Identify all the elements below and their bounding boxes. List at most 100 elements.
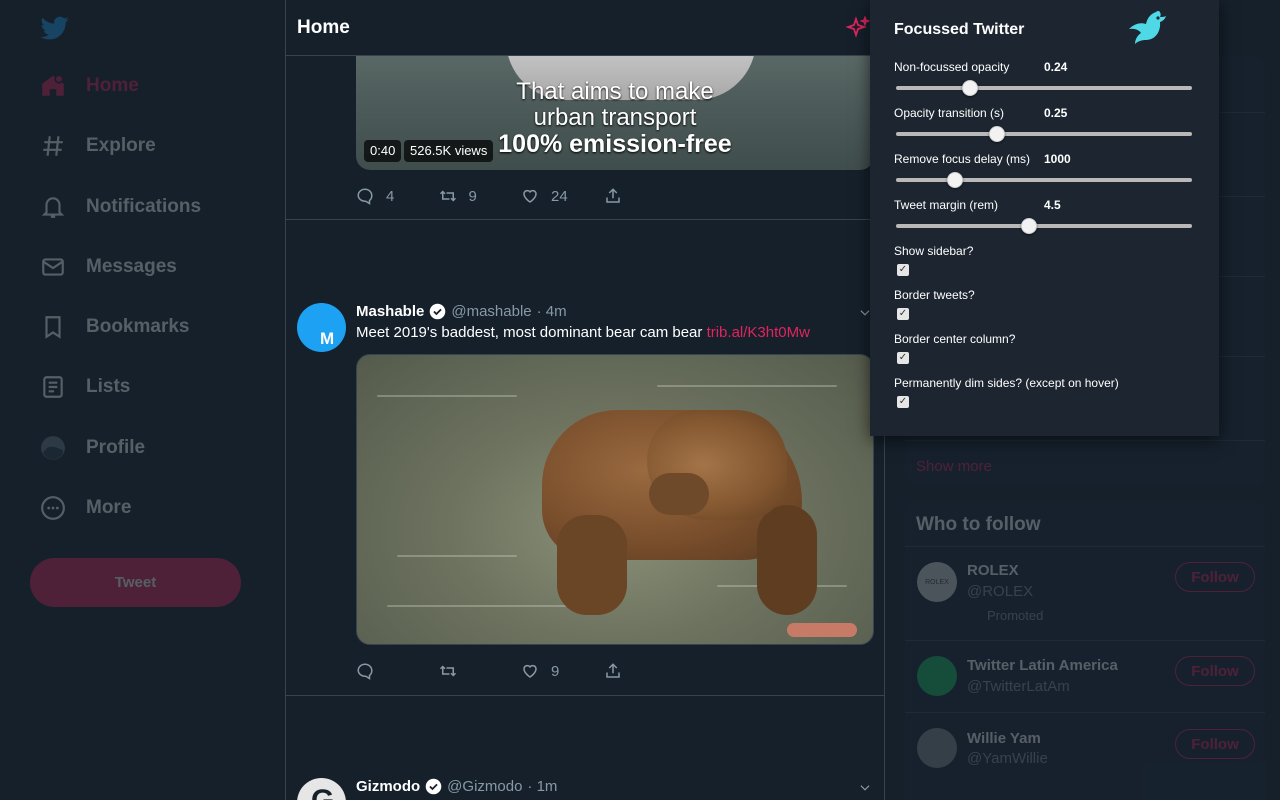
- slider-thumb[interactable]: [988, 126, 1005, 142]
- show-sidebar-checkbox[interactable]: ✓: [897, 264, 909, 276]
- checkbox-label: Border center column?: [894, 332, 1016, 346]
- checkbox-label: Border tweets?: [894, 288, 975, 302]
- nav-label-bookmarks: Bookmarks: [86, 316, 190, 337]
- left-sidebar: Home Explore Notifications Messages Book…: [0, 0, 285, 800]
- retweet-button[interactable]: [439, 662, 522, 680]
- like-button[interactable]: 24: [521, 187, 604, 205]
- opacity-transition-slider[interactable]: [896, 126, 1192, 142]
- trend-divider: [905, 440, 1265, 441]
- mashable-time[interactable]: · 4m: [537, 303, 567, 320]
- video-caption-line-2: urban transport: [533, 104, 697, 131]
- extension-popup: Focussed Twitter Non-focussed opacity 0.…: [870, 0, 1219, 436]
- page-title: Home: [297, 17, 350, 38]
- nav-item-messages[interactable]: Messages: [40, 247, 177, 287]
- tweet-link[interactable]: trib.al/K3ht0Mw: [707, 324, 810, 341]
- slider-label: Remove focus delay (ms): [894, 152, 1031, 166]
- tweet-body: Meet 2019's baddest, most dominant bear …: [356, 324, 707, 341]
- wtf-divider: [905, 640, 1265, 641]
- suggestion-handle: @ROLEX: [967, 583, 1034, 600]
- share-button[interactable]: [604, 662, 687, 680]
- suggestion-handle: @TwitterLatAm: [967, 678, 1070, 695]
- gizmodo-handle[interactable]: @Gizmodo: [447, 778, 522, 795]
- slider-thumb[interactable]: [1021, 218, 1038, 234]
- gizmodo-avatar-letter: G: [311, 784, 334, 800]
- non-focussed-opacity-slider[interactable]: [896, 80, 1192, 96]
- twitter-logo-icon[interactable]: [40, 14, 70, 42]
- tweet-actions: 9: [356, 659, 686, 683]
- mashable-tweet-text: Meet 2019's baddest, most dominant bear …: [356, 324, 810, 341]
- bell-icon: [41, 197, 65, 218]
- sparkle-icon[interactable]: [846, 16, 870, 40]
- like-button[interactable]: 9: [521, 662, 604, 680]
- heart-icon: [523, 189, 537, 203]
- follow-button[interactable]: Follow: [1175, 729, 1255, 759]
- bird-logo-icon: [1129, 11, 1166, 44]
- water-ripple: [657, 385, 837, 387]
- more-icon: [41, 496, 65, 520]
- avatar-icon: [41, 436, 65, 460]
- list-icon: [43, 376, 63, 398]
- hashtag-icon: [43, 136, 63, 156]
- nav-item-profile[interactable]: Profile: [40, 428, 145, 468]
- video-duration: 0:40: [364, 140, 402, 162]
- checkbox-label: Show sidebar?: [894, 244, 974, 258]
- dim-sides-checkbox[interactable]: ✓: [897, 396, 909, 408]
- reply-icon: [357, 663, 373, 680]
- reply-button[interactable]: 4: [356, 187, 439, 205]
- popup-title: Focussed Twitter: [894, 21, 1025, 38]
- reply-count: 4: [386, 187, 395, 205]
- show-more-link[interactable]: Show more: [916, 458, 992, 475]
- checkbox-label: Permanently dim sides? (except on hover): [894, 376, 1119, 390]
- gizmodo-name[interactable]: Gizmodo: [356, 778, 420, 795]
- slider-thumb[interactable]: [962, 80, 978, 96]
- promoted-label: Promoted: [987, 608, 1044, 623]
- verified-icon: [430, 303, 446, 319]
- suggestion-name: Twitter Latin America: [967, 657, 1118, 674]
- reply-icon: [357, 188, 373, 205]
- follow-button[interactable]: Follow: [1175, 656, 1255, 686]
- tweet-image-bear[interactable]: [356, 354, 874, 645]
- nav-item-more[interactable]: More: [40, 488, 131, 528]
- share-icon: [605, 663, 620, 678]
- border-tweets-checkbox[interactable]: ✓: [897, 308, 909, 320]
- nav-item-home[interactable]: Home: [40, 66, 139, 106]
- retweet-button[interactable]: 9: [439, 187, 522, 205]
- border-center-column-checkbox[interactable]: ✓: [897, 352, 909, 364]
- gizmodo-time[interactable]: · 1m: [527, 778, 557, 795]
- retweet-icon: [439, 665, 456, 677]
- chevron-down-icon[interactable]: [858, 781, 872, 795]
- suggestion-name: ROLEX: [967, 562, 1019, 579]
- nav-label-home: Home: [86, 75, 139, 96]
- tweet-margin-slider[interactable]: [896, 218, 1192, 234]
- mashable-avatar[interactable]: M: [297, 303, 346, 352]
- slider-thumb[interactable]: [947, 172, 964, 188]
- slider-value: 0.24: [1044, 60, 1068, 74]
- nav-label-notifications: Notifications: [86, 196, 202, 217]
- slider-value: 0.25: [1044, 106, 1068, 120]
- nav-item-explore[interactable]: Explore: [40, 126, 156, 166]
- tweet-button[interactable]: Tweet: [30, 558, 241, 607]
- envelope-icon: [42, 258, 64, 276]
- retweet-count: 9: [468, 187, 477, 205]
- mashable-handle[interactable]: @mashable: [451, 303, 531, 320]
- share-icon: [605, 188, 620, 203]
- tweet-divider: [286, 219, 884, 220]
- slider-value: 1000: [1044, 152, 1071, 166]
- nav-item-bookmarks[interactable]: Bookmarks: [40, 307, 190, 347]
- mashable-name[interactable]: Mashable: [356, 303, 424, 320]
- bear-snout: [649, 473, 709, 515]
- share-button[interactable]: [604, 187, 687, 205]
- verified-icon: [425, 778, 442, 794]
- gizmodo-name-row: Gizmodo @Gizmodo · 1m: [356, 776, 557, 796]
- tweet-actions: 4 9 24: [356, 184, 686, 208]
- nav-item-lists[interactable]: Lists: [40, 367, 130, 407]
- tweet-video[interactable]: That aims to make urban transport 100% e…: [356, 40, 874, 170]
- nav-item-notifications[interactable]: Notifications: [40, 187, 201, 227]
- wtf-divider: [905, 546, 1265, 547]
- nav-label-messages: Messages: [86, 256, 177, 277]
- follow-button[interactable]: Follow: [1175, 562, 1255, 592]
- gizmodo-avatar[interactable]: G: [297, 778, 346, 800]
- reply-button[interactable]: [356, 662, 439, 680]
- remove-focus-delay-slider[interactable]: [896, 172, 1192, 188]
- water-ripple: [387, 605, 587, 607]
